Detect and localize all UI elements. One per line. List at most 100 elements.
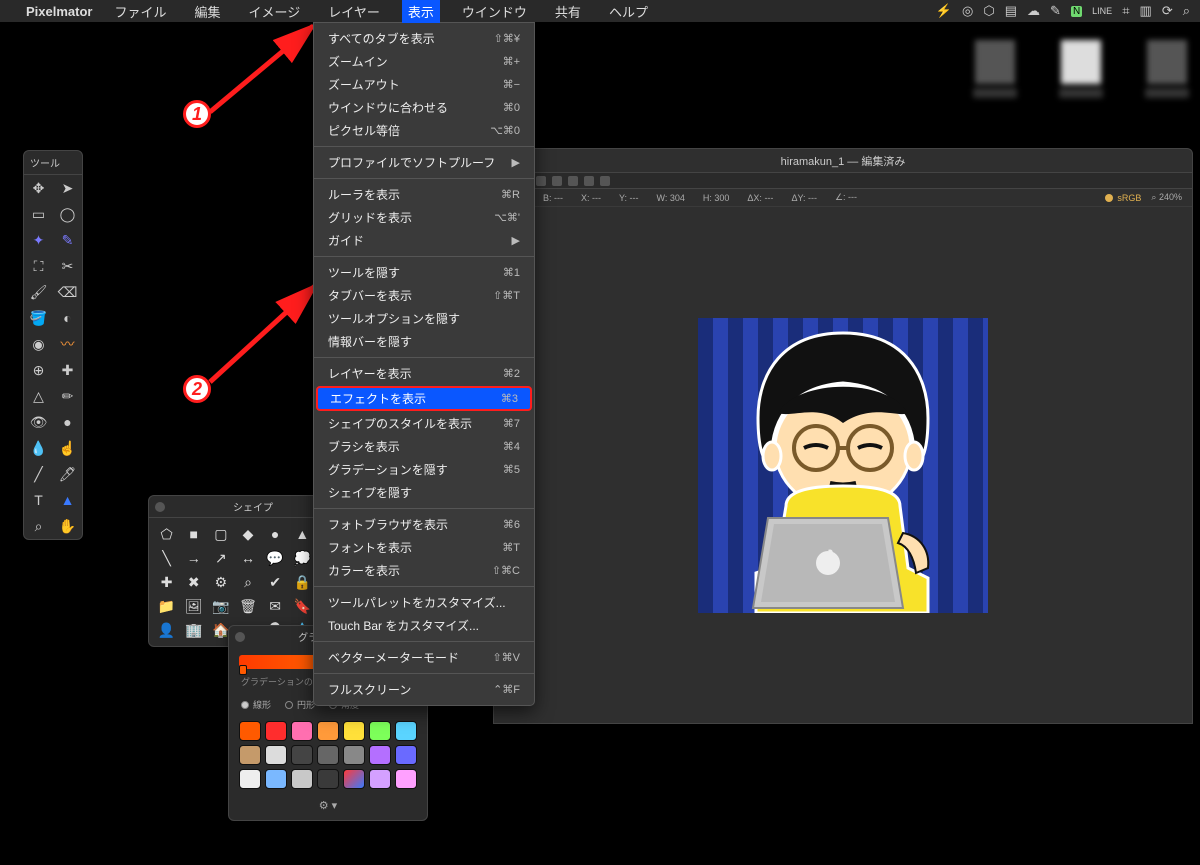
align5-icon[interactable]: [584, 176, 594, 186]
shape-camera-icon[interactable]: 📷: [209, 596, 232, 616]
menu-item[interactable]: グリッドを表示⌥⌘': [314, 206, 534, 229]
gradient-swatch[interactable]: [343, 769, 365, 789]
align4-icon[interactable]: [568, 176, 578, 186]
zoom-icon[interactable]: ⌕: [24, 513, 53, 539]
shape-pentagon-icon[interactable]: ⬠: [155, 524, 178, 544]
menu-view[interactable]: 表示: [402, 0, 440, 23]
menu-item[interactable]: シェイプを隠す: [314, 481, 534, 504]
gradient-swatch[interactable]: [317, 769, 339, 789]
desktop-file-3[interactable]: [1144, 40, 1190, 110]
close-shapes-icon[interactable]: [155, 502, 165, 512]
align2-icon[interactable]: [536, 176, 546, 186]
menu-file[interactable]: ファイル: [108, 0, 172, 23]
smudge-icon[interactable]: ☝: [53, 435, 82, 461]
hand-icon[interactable]: ✋: [53, 513, 82, 539]
files-icon[interactable]: ▤: [1005, 3, 1017, 19]
gradient-swatch[interactable]: [369, 721, 391, 741]
shape-check-icon[interactable]: ✔: [264, 572, 287, 592]
shape-diamond-icon[interactable]: ◆: [236, 524, 259, 544]
dropbox-icon[interactable]: ⬡: [983, 3, 994, 19]
menu-image[interactable]: イメージ: [243, 0, 307, 23]
gradient-swatch[interactable]: [317, 745, 339, 765]
menu-item[interactable]: ブラシを表示⌘4: [314, 435, 534, 458]
app-name[interactable]: Pixelmator: [26, 4, 92, 19]
menu-item[interactable]: フォトブラウザを表示⌘6: [314, 513, 534, 536]
menu-item[interactable]: カラーを表示⇧⌘C: [314, 559, 534, 582]
shape-search-icon[interactable]: ⌕: [236, 572, 259, 592]
info-colorspace[interactable]: sRGB: [1105, 192, 1141, 203]
menu-item[interactable]: すべてのタブを表示⇧⌘¥: [314, 27, 534, 50]
move-tool-icon[interactable]: ✥: [24, 175, 53, 201]
menu-item[interactable]: レイヤーを表示⌘2: [314, 362, 534, 385]
sharpen-icon[interactable]: △: [24, 383, 53, 409]
gradient-swatch[interactable]: [265, 745, 287, 765]
spotlight-icon[interactable]: ⌕: [1183, 3, 1190, 19]
pencil-icon[interactable]: ✏: [53, 383, 82, 409]
shape-arrow2-icon[interactable]: ↗: [209, 548, 232, 568]
eyedrop-dark-icon[interactable]: ●: [53, 409, 82, 435]
warp-icon[interactable]: 〰: [53, 331, 82, 357]
notion-icon[interactable]: N: [1071, 6, 1082, 17]
gradient-swatch[interactable]: [369, 769, 391, 789]
menu-item[interactable]: フルスクリーン⌃⌘F: [314, 678, 534, 701]
panel-icon[interactable]: ▥: [1140, 3, 1152, 19]
gradient-swatch[interactable]: [395, 745, 417, 765]
redeye-icon[interactable]: 👁: [24, 409, 53, 435]
menu-item[interactable]: エフェクトを表示⌘3: [316, 386, 532, 411]
menu-help[interactable]: ヘルプ: [603, 0, 654, 23]
clone-icon[interactable]: ⊕: [24, 357, 53, 383]
gradient-swatch[interactable]: [265, 769, 287, 789]
gradient-gear-icon[interactable]: ⚙ ▾: [229, 793, 427, 812]
shape-speech-icon[interactable]: 💬: [264, 548, 287, 568]
shape-gear-icon[interactable]: ⚙: [209, 572, 232, 592]
hash-icon[interactable]: ⌗: [1122, 3, 1129, 19]
shape-person-icon[interactable]: 👤: [155, 620, 178, 640]
menu-edit[interactable]: 編集: [189, 0, 227, 23]
gradient-swatch[interactable]: [265, 721, 287, 741]
brush2-icon[interactable]: 🖊: [53, 461, 82, 487]
close-gradient-icon[interactable]: [235, 632, 245, 642]
menu-item[interactable]: グラデーションを隠す⌘5: [314, 458, 534, 481]
shape-dblarrow-icon[interactable]: ↔: [236, 548, 259, 568]
canvas[interactable]: [494, 207, 1192, 723]
slice-icon[interactable]: ✂: [53, 253, 82, 279]
shape-plus-icon[interactable]: ✚: [155, 572, 178, 592]
menu-item[interactable]: タブバーを表示⇧⌘T: [314, 284, 534, 307]
line-icon[interactable]: LINE: [1092, 6, 1112, 16]
shape-circle-icon[interactable]: ●: [264, 524, 287, 544]
menu-item[interactable]: Touch Bar をカスタマイズ...: [314, 614, 534, 637]
shape-triangle-icon[interactable]: ▲: [291, 524, 314, 544]
sponge-icon[interactable]: ◉: [24, 331, 53, 357]
info-zoom[interactable]: ⌕ 240%: [1151, 192, 1182, 203]
gradient-swatch[interactable]: [343, 745, 365, 765]
shape-x-icon[interactable]: ✖: [182, 572, 205, 592]
gradient-swatch[interactable]: [239, 721, 261, 741]
shape-trash-icon[interactable]: 🗑: [236, 596, 259, 616]
bucket-icon[interactable]: 🪣: [24, 305, 53, 331]
evernote-icon[interactable]: ✎: [1050, 3, 1061, 19]
menu-item[interactable]: ズームアウト⌘−: [314, 73, 534, 96]
lasso-icon[interactable]: ◯: [53, 201, 82, 227]
cc-icon[interactable]: ◎: [962, 3, 973, 19]
shape-mail-icon[interactable]: ✉: [264, 596, 287, 616]
clock-icon[interactable]: ⟳: [1162, 3, 1173, 19]
menu-item[interactable]: ルーラを表示⌘R: [314, 183, 534, 206]
desktop-file-2[interactable]: [1058, 40, 1104, 110]
desktop-file-1[interactable]: [972, 40, 1018, 110]
menu-item[interactable]: ウインドウに合わせる⌘0: [314, 96, 534, 119]
menu-item[interactable]: ガイド▶: [314, 229, 534, 252]
shape-line-icon[interactable]: ╲: [155, 548, 178, 568]
gradient-tool-icon[interactable]: ◐: [53, 305, 82, 331]
shape-rounded-icon[interactable]: ▢: [209, 524, 232, 544]
menu-layer[interactable]: レイヤー: [322, 0, 386, 23]
line-icon[interactable]: ╱: [24, 461, 53, 487]
shape-folder-icon[interactable]: 📁: [155, 596, 178, 616]
menu-item[interactable]: ツールを隠す⌘1: [314, 261, 534, 284]
shape-bookmark-icon[interactable]: 🔖: [291, 596, 314, 616]
shape-image-icon[interactable]: 🖼: [182, 596, 205, 616]
gradient-swatch[interactable]: [395, 721, 417, 741]
menu-item[interactable]: フォントを表示⌘T: [314, 536, 534, 559]
shape-square-icon[interactable]: ■: [182, 524, 205, 544]
shape-tool-icon[interactable]: ▲: [53, 487, 82, 513]
gradient-swatch[interactable]: [291, 769, 313, 789]
